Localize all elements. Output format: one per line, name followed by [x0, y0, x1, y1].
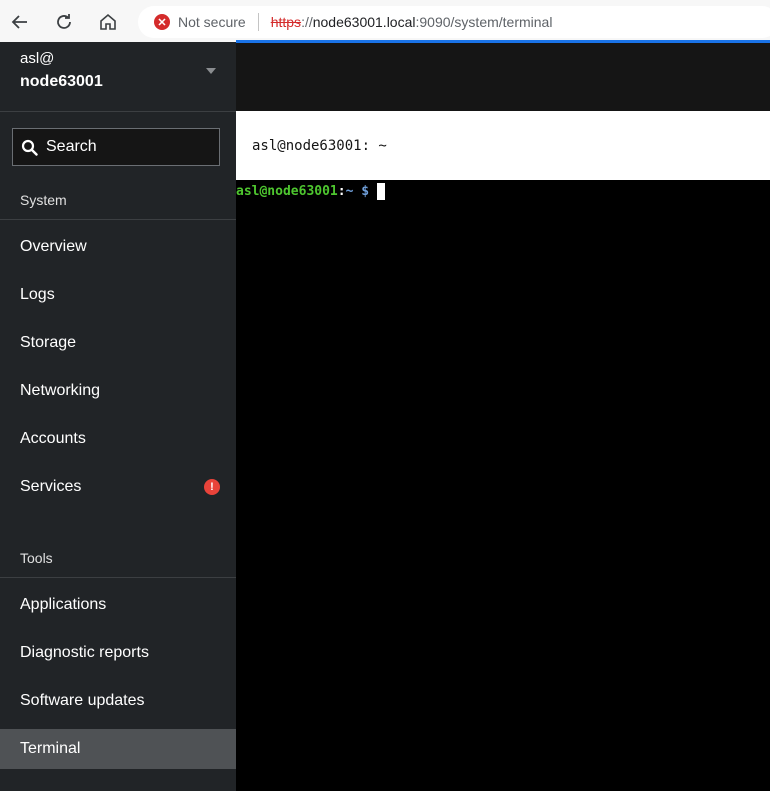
back-button[interactable] [6, 8, 34, 36]
sidebar: asl@ node63001 System Overview Logs Stor… [0, 42, 236, 791]
address-divider [257, 13, 259, 31]
sidebar-item-label: Diagnostic reports [20, 644, 149, 661]
sidebar-item-accounts[interactable]: Accounts [0, 419, 236, 459]
sidebar-item-logs[interactable]: Logs [0, 275, 236, 315]
address-bar[interactable]: ✕ Not secure https://node63001.local:909… [138, 6, 770, 38]
sidebar-item-diagnostic-reports[interactable]: Diagnostic reports [0, 633, 236, 673]
sidebar-item-terminal[interactable]: Terminal [0, 729, 236, 769]
sidebar-item-applications[interactable]: Applications [0, 585, 236, 625]
terminal-area[interactable]: asl@node63001: ~ $ [236, 180, 770, 791]
sidebar-item-label: Software updates [20, 692, 145, 709]
search-input[interactable] [46, 138, 206, 156]
sidebar-item-label: Terminal [20, 740, 81, 757]
search-icon [21, 139, 38, 156]
prompt-symbol: $ [353, 183, 370, 199]
section-title-tools: Tools [20, 550, 53, 566]
search-box[interactable] [12, 128, 220, 166]
home-button[interactable] [94, 8, 122, 36]
terminal-cursor [377, 182, 386, 200]
page-header [236, 43, 770, 111]
host-name: node63001 [20, 73, 103, 90]
prompt-dir: ~ [345, 183, 354, 199]
host-switcher[interactable]: asl@ node63001 [0, 42, 236, 112]
url-separator: :// [301, 14, 313, 30]
sidebar-item-software-updates[interactable]: Software updates [0, 681, 236, 721]
terminal-title: asl@node63001: ~ [252, 137, 387, 154]
section-divider [0, 219, 236, 220]
reload-icon [57, 14, 71, 29]
url-host: node63001.local [312, 14, 416, 30]
url-scheme: https [270, 14, 302, 30]
not-secure-icon[interactable]: ✕ [154, 14, 170, 30]
host-user: asl@ [20, 50, 55, 67]
sidebar-item-label: Overview [20, 238, 87, 255]
caret-down-icon[interactable] [206, 68, 216, 74]
prompt-colon: : [337, 183, 346, 199]
sidebar-item-label: Logs [20, 286, 55, 303]
sidebar-item-label: Storage [20, 334, 77, 351]
prompt-line: asl@node63001: ~ $ [236, 182, 386, 200]
url-path: :9090/system/terminal [415, 14, 553, 30]
sidebar-item-overview[interactable]: Overview [0, 227, 236, 267]
sidebar-item-label: Accounts [20, 430, 86, 447]
sidebar-item-label: Applications [20, 596, 107, 613]
sidebar-item-label: Networking [20, 382, 101, 399]
terminal-header: asl@node63001: ~ [236, 111, 770, 180]
home-icon [100, 13, 116, 30]
sidebar-item-services[interactable]: Services ! [0, 467, 236, 507]
reload-button[interactable] [50, 8, 78, 36]
security-label[interactable]: Not secure [178, 14, 246, 30]
prompt-user: asl@node63001 [236, 183, 338, 199]
sidebar-item-networking[interactable]: Networking [0, 371, 236, 411]
arrow-left-icon [11, 15, 27, 29]
section-divider [0, 577, 236, 578]
sidebar-item-label: Services [20, 478, 82, 495]
alert-icon: ! [204, 479, 220, 495]
browser-toolbar: ✕ Not secure https://node63001.local:909… [0, 0, 770, 43]
section-title-system: System [20, 192, 67, 208]
sidebar-item-storage[interactable]: Storage [0, 323, 236, 363]
